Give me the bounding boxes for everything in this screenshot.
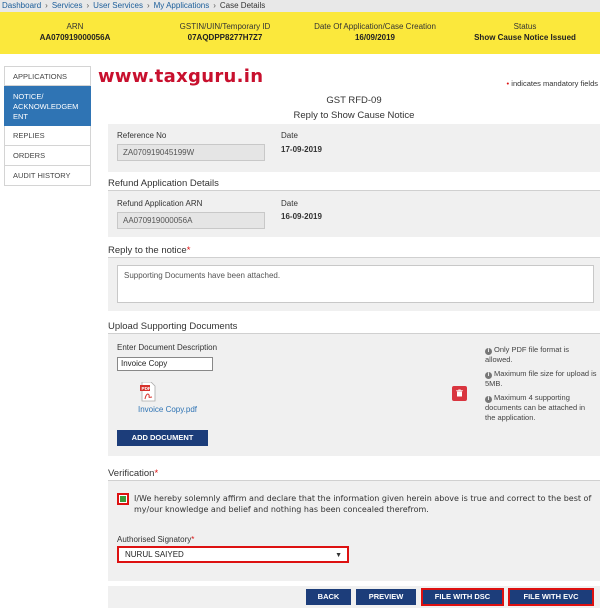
- form-subtitle: Reply to Show Cause Notice: [293, 110, 415, 121]
- reply-heading: Reply to the notice*: [108, 245, 190, 256]
- verification-heading: Verification*: [108, 468, 158, 479]
- pdf-file-icon[interactable]: PDF: [140, 382, 156, 402]
- refund-arn-label: Refund Application ARN: [117, 199, 203, 208]
- breadcrumb-separator: ›: [213, 1, 216, 10]
- sidebar-item-notice-acknowledgement[interactable]: NOTICE/ ACKNOWLEDGEM ENT: [4, 86, 91, 126]
- authorised-signatory-value: NURUL SAIYED: [125, 550, 184, 559]
- reference-date-label: Date: [281, 131, 298, 140]
- document-description-label: Enter Document Description: [117, 343, 218, 352]
- breadcrumb-current: Case Details: [219, 1, 266, 10]
- upload-note: i Only PDF file format is allowed.: [485, 345, 570, 364]
- info-arn-value: AA070919000056A: [39, 33, 111, 42]
- info-status-label: Status: [513, 22, 537, 31]
- sidebar-item-replies[interactable]: REPLIES: [4, 126, 91, 146]
- breadcrumb-services[interactable]: Services: [52, 1, 83, 10]
- breadcrumb-separator: ›: [146, 1, 150, 10]
- back-button[interactable]: BACK: [306, 589, 351, 605]
- info-status-value: Show Cause Notice Issued: [474, 33, 576, 42]
- reference-date-value: 17-09-2019: [281, 145, 322, 154]
- info-arn: ARN AA070919000056A: [0, 12, 150, 54]
- authorised-signatory-label: Authorised Signatory*: [117, 535, 195, 544]
- reference-no-label: Reference No: [117, 131, 167, 140]
- required-asterisk: *: [191, 535, 195, 544]
- breadcrumb-separator: ›: [45, 1, 48, 10]
- mandatory-note: • indicates mandatory fields: [507, 79, 598, 88]
- authorised-signatory-select[interactable]: NURUL SAIYED ▼: [117, 546, 349, 563]
- info-gstin-label: GSTIN/UIN/Temporary ID: [179, 22, 271, 31]
- file-with-evc-button[interactable]: FILE WITH EVC: [508, 588, 594, 606]
- info-gstin-value: 07AQDPP8277H7Z7: [187, 33, 263, 42]
- sidebar: APPLICATIONS NOTICE/ ACKNOWLEDGEM ENT RE…: [4, 66, 91, 186]
- chevron-down-icon: ▼: [335, 552, 342, 559]
- refund-date-value: 16-09-2019: [281, 212, 322, 221]
- preview-button[interactable]: PREVIEW: [356, 589, 416, 605]
- required-asterisk: *: [154, 468, 159, 479]
- sidebar-item-applications[interactable]: APPLICATIONS: [4, 66, 91, 86]
- upload-note: i Maximum 4 supporting documents can be a…: [485, 393, 586, 422]
- declaration-checkbox[interactable]: [117, 493, 129, 505]
- upload-note: i Maximum file size for upload is 5MB.: [485, 369, 597, 388]
- sidebar-item-orders[interactable]: ORDERS: [4, 146, 91, 166]
- document-description-input[interactable]: Invoice Copy: [117, 357, 213, 371]
- info-date-value: 16/09/2019: [354, 33, 396, 42]
- add-document-button[interactable]: ADD DOCUMENT: [117, 430, 208, 446]
- info-status: Status Show Cause Notice Issued: [450, 12, 600, 54]
- sidebar-item-audit-history[interactable]: AUDIT HISTORY: [4, 166, 91, 186]
- trash-icon: [456, 389, 463, 397]
- refund-details-heading: Refund Application Details: [108, 178, 219, 189]
- required-asterisk: •: [506, 79, 510, 88]
- checkbox-checked-mark: [120, 496, 126, 502]
- uploaded-file-link[interactable]: Invoice Copy.pdf: [138, 405, 197, 414]
- required-asterisk: *: [186, 245, 191, 256]
- form-title: GST RFD-09: [326, 95, 382, 106]
- breadcrumb: Dashboard › Services › User Services › My Appl…: [0, 0, 600, 12]
- breadcrumb-user-services[interactable]: User Services: [93, 1, 143, 10]
- info-date-label: Date Of Application/Case Creation: [314, 22, 436, 31]
- declaration-text: I/We hereby solemnly affirm and declare …: [134, 494, 592, 514]
- file-with-dsc-button[interactable]: FILE WITH DSC: [421, 588, 504, 606]
- refund-date-label: Date: [281, 199, 298, 208]
- delete-document-button[interactable]: [452, 386, 467, 401]
- upload-heading: Upload Supporting Documents: [108, 321, 238, 332]
- info-icon: i: [485, 372, 492, 379]
- info-icon: i: [485, 396, 492, 403]
- info-icon: i: [485, 348, 492, 355]
- reply-heading-text: Reply to the notice: [108, 245, 187, 256]
- upload-notes: i Only PDF file format is allowed. i Maxim…: [485, 345, 597, 427]
- reference-no-field[interactable]: ZA070919045199W: [117, 144, 265, 161]
- reply-textarea[interactable]: Supporting Documents have been attached.: [117, 265, 594, 303]
- breadcrumb-dashboard[interactable]: Dashboard: [2, 1, 41, 10]
- mandatory-note-text: indicates mandatory fields: [511, 79, 598, 88]
- refund-arn-field[interactable]: AA070919000056A: [117, 212, 265, 229]
- info-arn-label: ARN: [66, 22, 84, 31]
- verification-heading-text: Verification: [108, 468, 155, 479]
- watermark-text: www.taxguru.in: [98, 66, 264, 87]
- breadcrumb-my-applications[interactable]: My Applications: [154, 1, 210, 10]
- info-date: Date Of Application/Case Creation 16/09/…: [300, 12, 450, 54]
- info-gstin: GSTIN/UIN/Temporary ID 07AQDPP8277H7Z7: [150, 12, 300, 54]
- svg-text:PDF: PDF: [142, 386, 151, 391]
- breadcrumb-separator: ›: [86, 1, 90, 10]
- case-info-bar: ARN AA070919000056A GSTIN/UIN/Temporary …: [0, 12, 600, 54]
